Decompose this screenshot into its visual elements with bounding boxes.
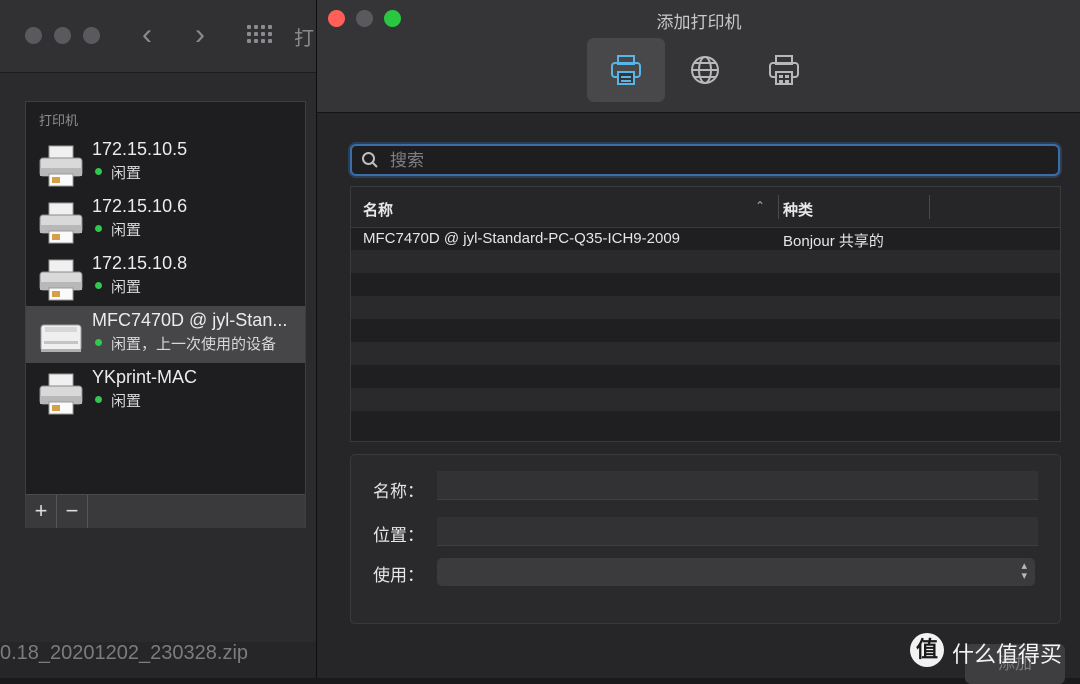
- printer-icon: [39, 373, 83, 415]
- default-printer-icon: [611, 55, 641, 85]
- window-title: 打: [294, 28, 314, 50]
- printer-status: 闲置: [111, 165, 142, 182]
- minimize-button-inactive[interactable]: [54, 27, 71, 44]
- printers-window: ‹ › 打 打印机 172.15.10.5 闲置 172.15.10.6 闲置 …: [0, 0, 319, 642]
- back-arrow-icon[interactable]: ‹: [142, 18, 152, 52]
- close-button-inactive[interactable]: [25, 27, 42, 44]
- add-printer-dialog: 添加打印机 搜索 名称 ⌃ 种类 MFC7470D @ jyl-Standard…: [316, 0, 1080, 684]
- printer-status: 闲置: [111, 393, 142, 410]
- printer-list-footer: + −: [26, 494, 305, 528]
- table-header: 名称 ⌃ 种类: [351, 187, 1060, 228]
- location-label: 位置：: [373, 526, 424, 545]
- printer-name-cell: MFC7470D @ jyl-Standard-PC-Q35-ICH9-2009: [363, 230, 681, 247]
- table-row-empty: [351, 411, 1060, 434]
- dialog-title: 添加打印机: [656, 13, 742, 32]
- column-divider[interactable]: [778, 195, 779, 219]
- printer-icon: [39, 145, 83, 187]
- printer-list-item[interactable]: 172.15.10.8 闲置: [26, 249, 305, 306]
- watermark-logo-icon: 值: [910, 633, 944, 667]
- remove-printer-button[interactable]: −: [57, 495, 88, 528]
- printer-list-header: 打印机: [39, 113, 79, 128]
- globe-icon: [691, 56, 719, 84]
- column-header-kind[interactable]: 种类: [783, 199, 813, 220]
- table-row[interactable]: MFC7470D @ jyl-Standard-PC-Q35-ICH9-2009…: [351, 227, 1060, 250]
- printer-name: 172.15.10.6: [92, 196, 188, 216]
- status-dot-icon: [95, 225, 102, 232]
- column-divider[interactable]: [929, 195, 930, 219]
- add-printer-button[interactable]: +: [26, 495, 57, 528]
- printer-list: 打印机 172.15.10.5 闲置 172.15.10.6 闲置 172.15…: [25, 101, 306, 528]
- printer-name: MFC7470D @ jyl-Stan...: [92, 310, 288, 330]
- printer-table: 名称 ⌃ 种类 MFC7470D @ jyl-Standard-PC-Q35-I…: [350, 186, 1061, 442]
- printer-list-item[interactable]: 172.15.10.5 闲置: [26, 135, 305, 192]
- printer-details-form: 名称： 位置： 使用： ▴ ▾: [350, 454, 1061, 624]
- table-row-empty: [351, 296, 1060, 319]
- status-dot-icon: [95, 396, 102, 403]
- default-printers-tab[interactable]: [587, 38, 665, 102]
- windows-printers-tab[interactable]: [745, 38, 823, 102]
- chevron-up-down-icon: ▴ ▾: [1021, 560, 1027, 582]
- status-dot-icon: [95, 339, 102, 346]
- status-dot-icon: [95, 282, 102, 289]
- ip-printers-tab[interactable]: [666, 38, 744, 102]
- printer-status: 闲置: [111, 222, 142, 239]
- printer-status: 闲置，上一次使用的设备: [111, 336, 277, 353]
- dialog-toolbar: 添加打印机: [317, 0, 1080, 113]
- watermark: 值 什么值得买: [908, 631, 1073, 671]
- windows-printer-icon: [769, 55, 799, 85]
- search-input[interactable]: [388, 146, 1052, 176]
- use-label: 使用：: [373, 566, 424, 585]
- printer-list-item-selected[interactable]: MFC7470D @ jyl-Stan... 闲置，上一次使用的设备: [26, 306, 305, 363]
- column-header-name[interactable]: 名称: [363, 199, 393, 220]
- search-box: [350, 144, 1060, 176]
- printer-name: 172.15.10.5: [92, 139, 188, 159]
- name-field[interactable]: [437, 471, 1038, 500]
- forward-arrow-icon[interactable]: ›: [195, 18, 205, 52]
- desktop-file-label: 0.18_20201202_230328.zip: [0, 642, 249, 664]
- table-row-empty: [351, 388, 1060, 411]
- printers-window-titlebar: ‹ › 打: [0, 0, 318, 73]
- printer-icon: [39, 202, 83, 244]
- printer-status: 闲置: [111, 279, 142, 296]
- table-row-empty: [351, 273, 1060, 296]
- printer-list-item[interactable]: 172.15.10.6 闲置: [26, 192, 305, 249]
- show-all-grid-icon[interactable]: [247, 25, 273, 45]
- table-row-empty: [351, 365, 1060, 388]
- location-field[interactable]: [437, 517, 1038, 546]
- laser-printer-icon: [40, 324, 82, 352]
- table-row-empty: [351, 250, 1060, 273]
- table-row-empty: [351, 319, 1060, 342]
- status-dot-icon: [95, 168, 102, 175]
- watermark-text: 什么值得买: [952, 642, 1063, 667]
- printer-name: YKprint-MAC: [92, 367, 198, 387]
- sort-ascending-icon: ⌃: [755, 199, 766, 213]
- printer-name: 172.15.10.8: [92, 253, 188, 273]
- table-row-empty: [351, 342, 1060, 365]
- name-label: 名称：: [373, 482, 424, 501]
- printer-icon: [39, 259, 83, 301]
- zoom-button-inactive[interactable]: [83, 27, 100, 44]
- printer-list-item[interactable]: YKprint-MAC 闲置: [26, 363, 305, 420]
- printer-kind-cell: Bonjour 共享的: [783, 233, 884, 250]
- search-icon: [362, 152, 378, 168]
- driver-select[interactable]: ▴ ▾: [437, 558, 1035, 586]
